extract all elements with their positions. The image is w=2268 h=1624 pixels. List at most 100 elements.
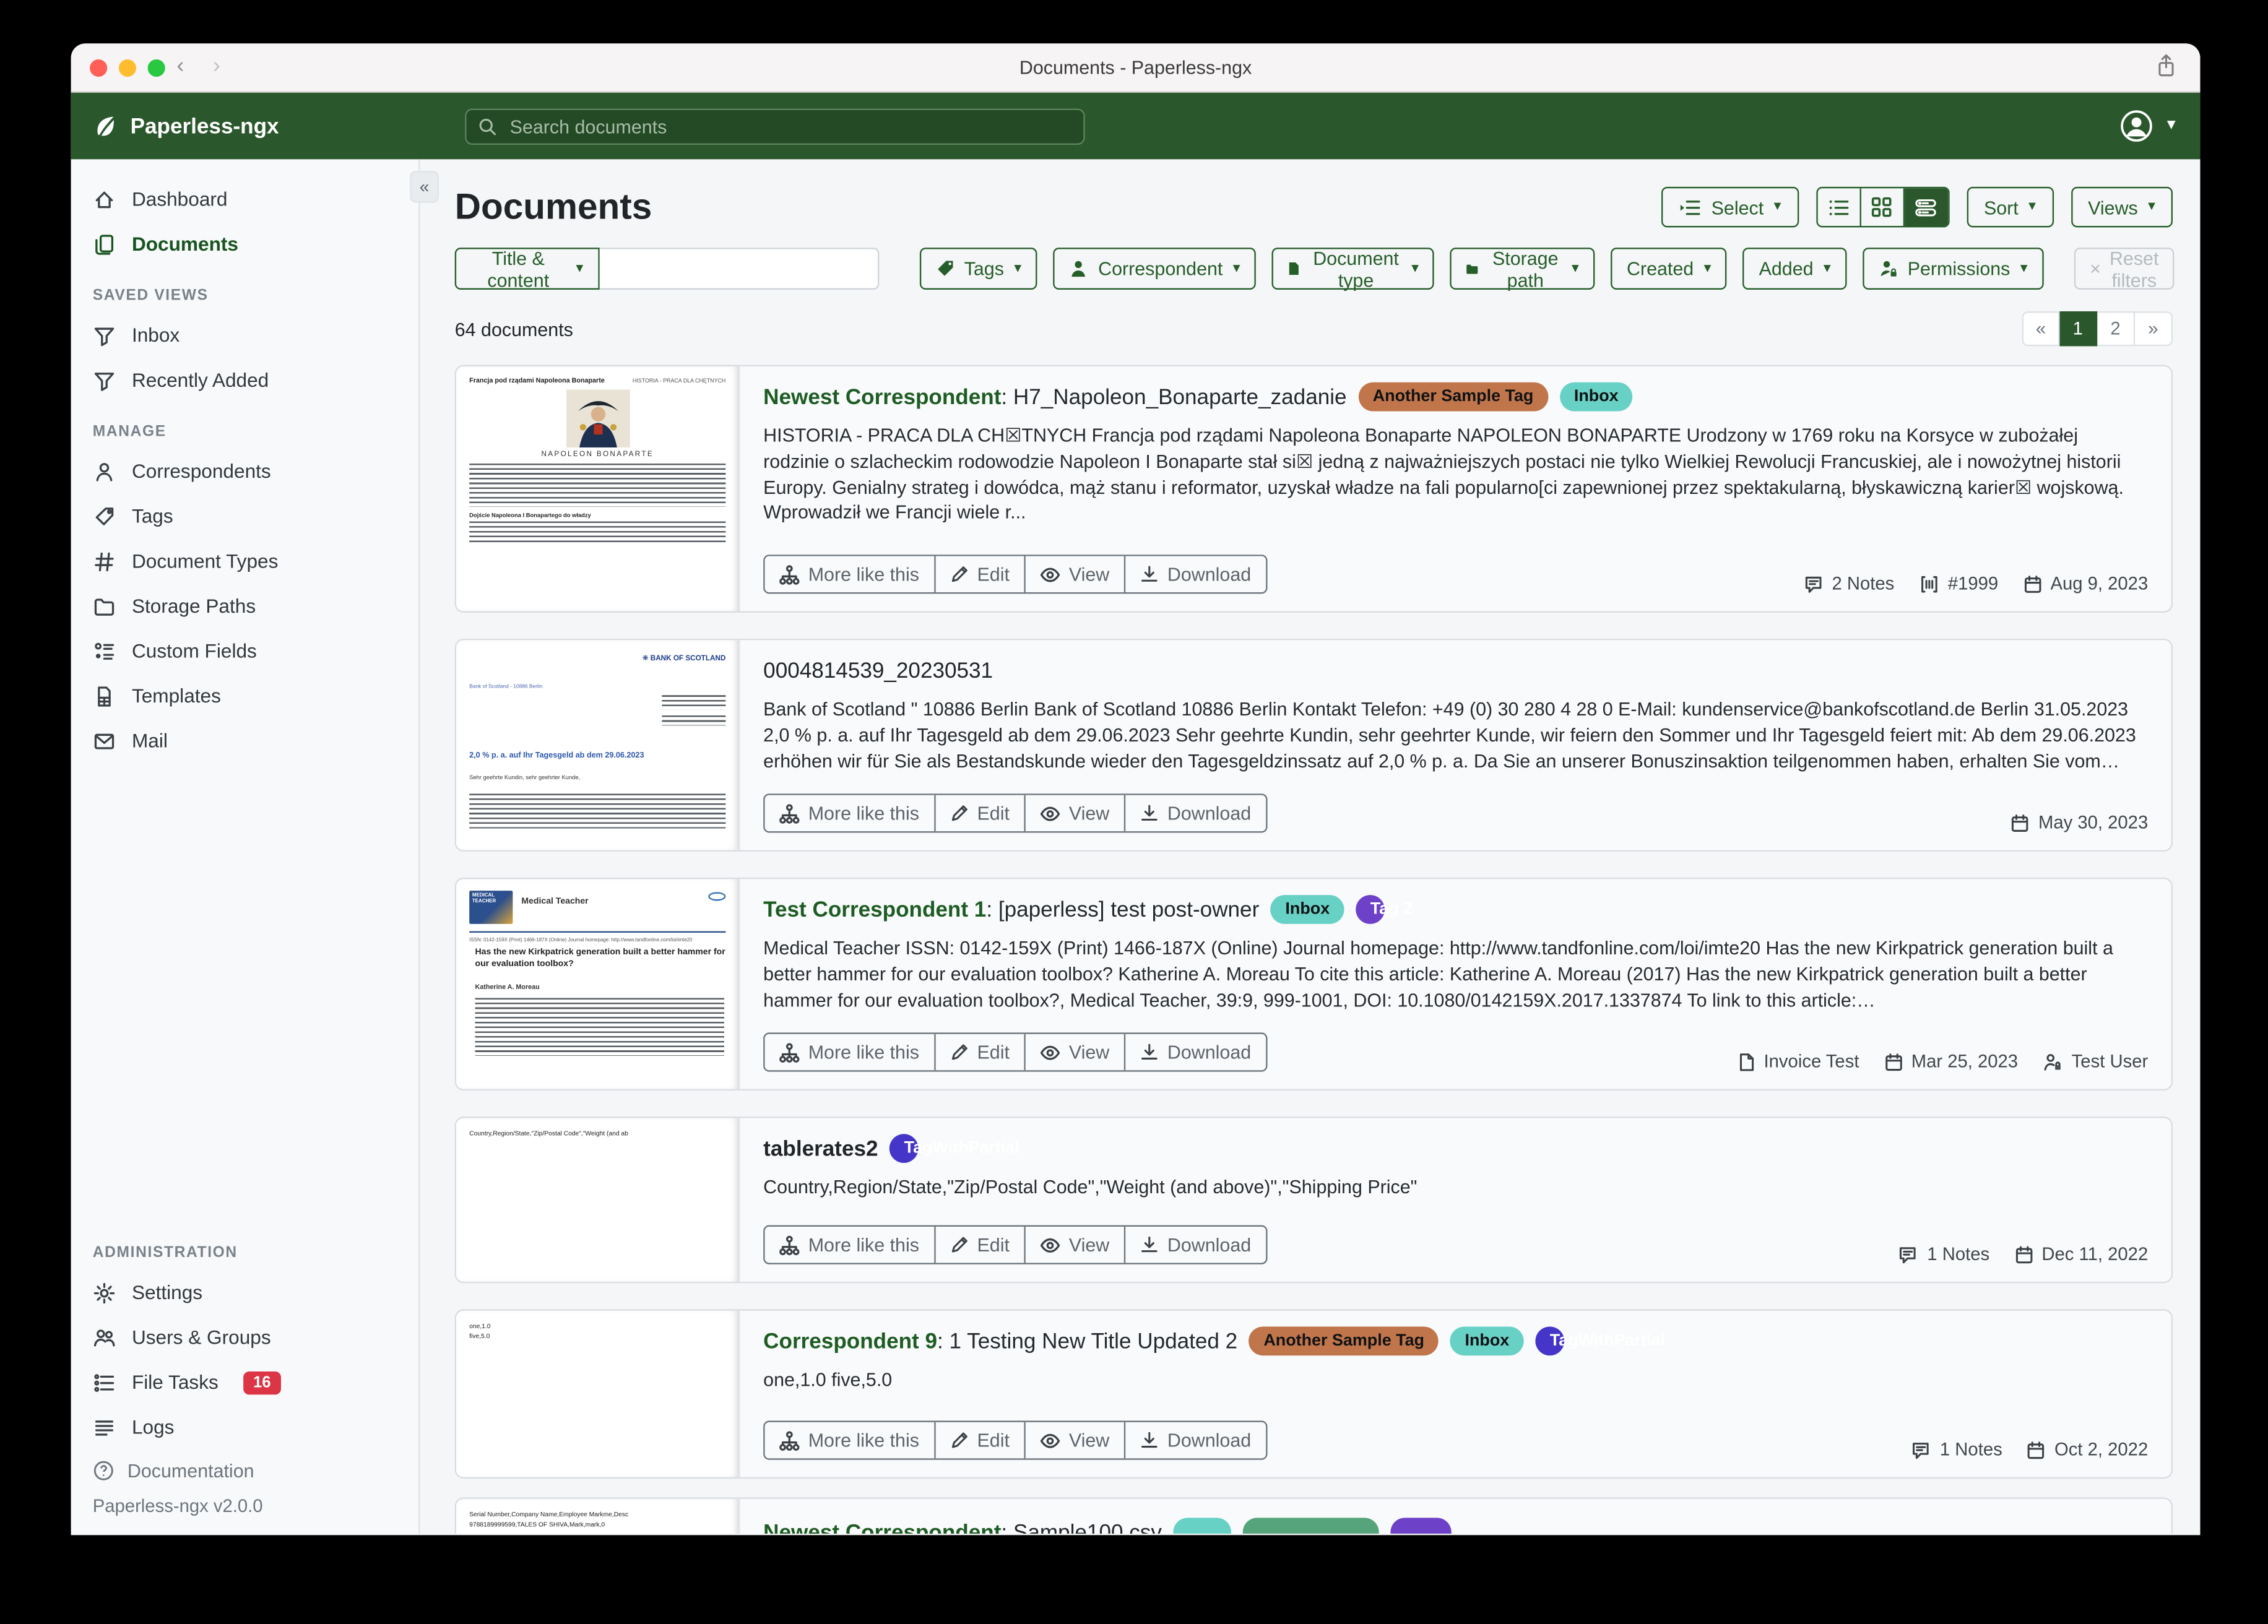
pencil-icon [950, 1043, 968, 1061]
download-button[interactable]: Download [1125, 1227, 1266, 1263]
more-like-this-button[interactable]: More like this [765, 1227, 935, 1263]
permissions-filter-button[interactable]: Permissions▾ [1863, 248, 2043, 290]
correspondent-link[interactable]: Correspondent 9 [763, 1329, 937, 1354]
search-field-selector-button[interactable]: Title & content▾ [455, 248, 599, 290]
view-button[interactable]: View [1026, 556, 1125, 593]
correspondent-filter-button[interactable]: Correspondent▾ [1054, 248, 1257, 290]
document-title[interactable]: Newest Correspondent: Sample100.csv [763, 1520, 1162, 1534]
sidebar-item-tags[interactable]: Tags [71, 494, 419, 539]
more-like-this-button[interactable]: More like this [765, 556, 935, 593]
sidebar-item-documents[interactable]: Documents [71, 222, 419, 267]
sidebar-item-users-groups[interactable]: Users & Groups [71, 1315, 419, 1360]
tag-badge[interactable]: Another Sample Tag [1358, 382, 1547, 412]
view-mode-grid-button[interactable] [1861, 188, 1904, 226]
tag-badge[interactable]: Inbox [1271, 895, 1344, 924]
tag-badge[interactable]: Inbox [1450, 1326, 1524, 1355]
more-like-this-button[interactable]: More like this [765, 1034, 935, 1071]
view-button[interactable]: View [1026, 1227, 1125, 1263]
download-button[interactable]: Download [1125, 556, 1266, 593]
edit-button[interactable]: Edit [935, 1034, 1026, 1071]
sort-button[interactable]: Sort▾ [1967, 187, 2053, 228]
sidebar-item-recently-added[interactable]: Recently Added [71, 358, 419, 403]
sidebar-item-correspondents[interactable]: Correspondents [71, 449, 419, 494]
document-thumbnail[interactable]: Serial Number,Company Name,Employee Mark… [456, 1499, 740, 1534]
tag-badge[interactable]: Inbox [1559, 382, 1633, 412]
select-button[interactable]: Select▾ [1662, 187, 1798, 228]
document-thumbnail[interactable]: Francja pod rządami Napoleona Bonaparte … [456, 366, 740, 611]
download-button[interactable]: Download [1125, 1422, 1266, 1459]
tag-badge[interactable]: Tag 2 [1356, 895, 1385, 924]
edit-button[interactable]: Edit [935, 795, 1026, 832]
tag-badge[interactable]: Another Sample Tag [1249, 1326, 1439, 1355]
notes-count[interactable]: 1 Notes [1911, 1440, 2002, 1460]
tag-badge[interactable]: TagWithPartial [889, 1134, 919, 1163]
sidebar-item-document-types[interactable]: Document Types [71, 538, 419, 584]
view-mode-list-button[interactable] [1817, 188, 1861, 226]
edit-button[interactable]: Edit [935, 1227, 1026, 1263]
sidebar-item-mail[interactable]: Mail [71, 719, 419, 764]
tag-badge[interactable] [1243, 1518, 1379, 1534]
document-title[interactable]: Test Correspondent 1: [paperless] test p… [763, 897, 1259, 922]
download-button[interactable]: Download [1125, 1034, 1266, 1071]
storage-path-filter-button[interactable]: Storage path▾ [1450, 248, 1595, 290]
document-title[interactable]: Correspondent 9: 1 Testing New Title Upd… [763, 1329, 1237, 1354]
reset-filters-button[interactable]: ×Reset filters [2074, 248, 2175, 290]
edit-button[interactable]: Edit [935, 1422, 1026, 1459]
share-icon[interactable] [2155, 54, 2177, 85]
detail-view-icon [1915, 197, 1937, 216]
pagination-prev[interactable]: « [2022, 311, 2060, 346]
documentation-link[interactable]: Documentation [71, 1449, 419, 1490]
view-button[interactable]: View [1026, 1422, 1125, 1459]
document-type-filter-button[interactable]: Document type▾ [1272, 248, 1435, 290]
window-title: Documents - Paperless-ngx [71, 56, 2201, 78]
download-button[interactable]: Download [1125, 795, 1266, 832]
global-search[interactable] [465, 109, 1085, 145]
chevron-down-icon: ▾ [2020, 261, 2028, 275]
tags-filter-button[interactable]: Tags▾ [919, 248, 1037, 290]
correspondent-link[interactable]: Newest Correspondent [763, 1520, 1001, 1534]
text-placeholder [475, 998, 724, 1056]
view-mode-detail-button[interactable] [1904, 188, 1947, 226]
sidebar-item-logs[interactable]: Logs [71, 1405, 419, 1450]
sidebar-item-custom-fields[interactable]: Custom Fields [71, 629, 419, 674]
tag-badge[interactable] [1174, 1518, 1232, 1534]
search-icon [478, 118, 496, 136]
tag-badge[interactable]: TagWithPartial [1535, 1326, 1564, 1355]
created-filter-button[interactable]: Created▾ [1611, 248, 1727, 290]
document-title[interactable]: Newest Correspondent: H7_Napoleon_Bonapa… [763, 384, 1346, 409]
correspondent-link[interactable]: Newest Correspondent [763, 384, 1001, 409]
document-title[interactable]: tablerates2 [763, 1136, 878, 1161]
view-button[interactable]: View [1026, 1034, 1125, 1071]
notes-count[interactable]: 1 Notes [1898, 1244, 1989, 1264]
close-icon: × [2090, 258, 2101, 280]
document-thumbnail[interactable]: MEDICAL TEACHER Medical Teacher ISSN: 01… [456, 879, 740, 1089]
sidebar-item-file-tasks[interactable]: File Tasks 16 [71, 1360, 419, 1405]
more-like-this-button[interactable]: More like this [765, 1422, 935, 1459]
app-brand[interactable]: Paperless-ngx [93, 114, 279, 139]
pagination-next[interactable]: » [2135, 311, 2173, 346]
sidebar-item-inbox[interactable]: Inbox [71, 313, 419, 358]
more-like-this-button[interactable]: More like this [765, 795, 935, 832]
notes-count[interactable]: 2 Notes [1803, 574, 1895, 594]
sidebar-item-settings[interactable]: Settings [71, 1270, 419, 1315]
sidebar-item-dashboard[interactable]: Dashboard [71, 176, 419, 222]
sidebar-item-templates[interactable]: Templates [71, 673, 419, 719]
document-thumbnail[interactable]: ❋ BANK OF SCOTLAND Bank of Scotland - 10… [456, 640, 740, 850]
sidebar-item-storage-paths[interactable]: Storage Paths [71, 584, 419, 629]
correspondent-link[interactable]: Test Correspondent 1 [763, 897, 986, 922]
sidebar-collapse-button[interactable]: « [410, 171, 439, 202]
tag-badge[interactable] [1391, 1518, 1452, 1534]
views-button[interactable]: Views▾ [2071, 187, 2173, 228]
user-menu[interactable]: ▼ [2119, 109, 2179, 144]
document-title[interactable]: 0004814539_20230531 [763, 659, 993, 683]
pagination-page-1[interactable]: 1 [2059, 311, 2097, 346]
added-filter-button[interactable]: Added▾ [1743, 248, 1847, 290]
search-input[interactable] [507, 114, 1072, 139]
document-thumbnail[interactable]: one,1.0 five,5.0 [456, 1311, 740, 1477]
title-content-filter-input[interactable] [599, 248, 879, 290]
document-thumbnail[interactable]: Country,Region/State,"Zip/Postal Code","… [456, 1118, 740, 1281]
view-button[interactable]: View [1026, 795, 1125, 832]
edit-button[interactable]: Edit [935, 556, 1026, 593]
file-icon [1288, 259, 1301, 278]
pagination-page-2[interactable]: 2 [2097, 311, 2135, 346]
